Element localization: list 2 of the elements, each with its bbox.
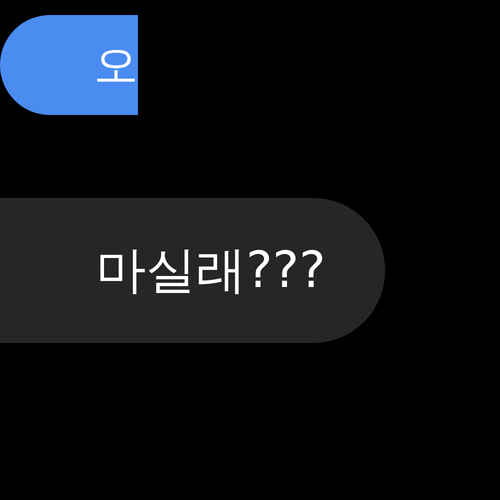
message-text: 오	[94, 38, 138, 92]
message-text: 마실래???	[96, 240, 326, 301]
